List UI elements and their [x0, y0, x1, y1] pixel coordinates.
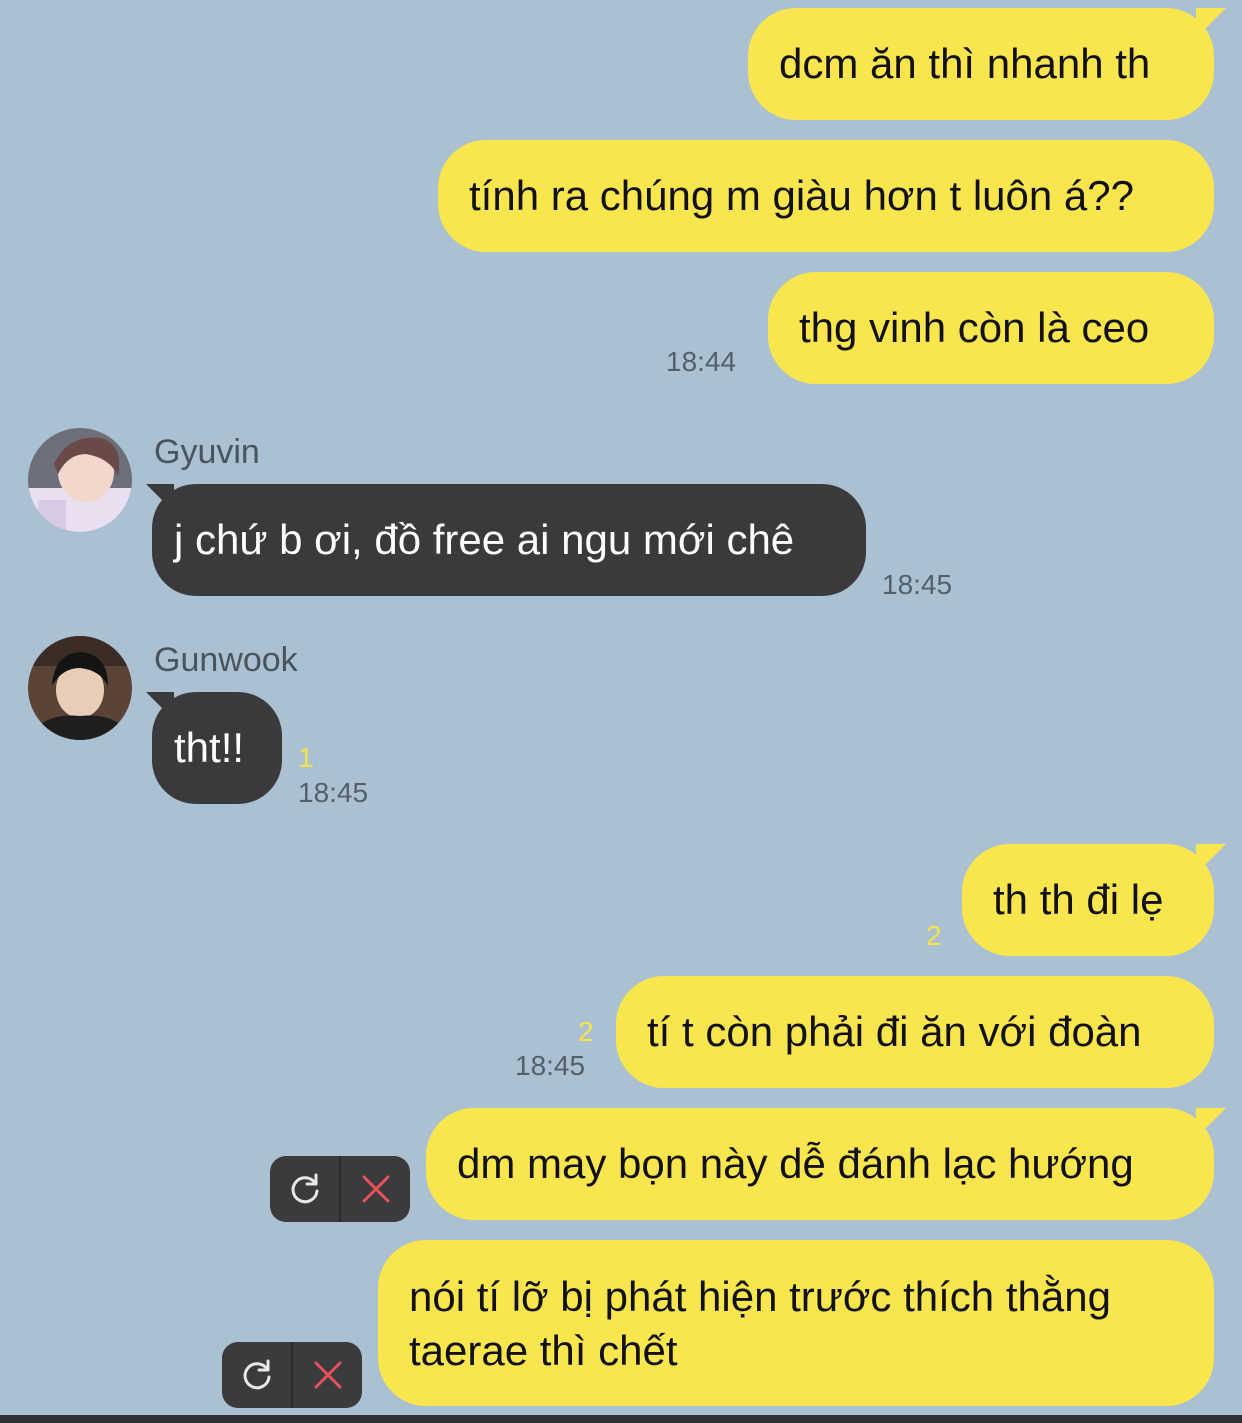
message-bubble-sent[interactable]: tí t còn phải đi ăn với đoàn [616, 976, 1214, 1088]
delete-button[interactable] [341, 1156, 410, 1222]
message-bubble-sent[interactable]: thg vinh còn là ceo [768, 272, 1214, 384]
message-text: j chứ b ơi, đồ free ai ngu mới chê [174, 516, 795, 563]
message-text: tính ra chúng m giàu hơn t luôn á?? [469, 172, 1134, 219]
message-time: 18:45 [515, 1050, 586, 1081]
unread-count: 1 [298, 742, 314, 773]
message-text: dm may bọn này dễ đánh lạc hướng [457, 1140, 1134, 1187]
resend-button[interactable] [222, 1342, 293, 1408]
input-bar-edge [0, 1415, 1242, 1423]
avatar-gunwook[interactable] [28, 636, 132, 740]
failed-message-actions [222, 1342, 362, 1408]
message-text: nói tí lỡ bị phát hiện trước thích thằng… [409, 1273, 1111, 1374]
message-bubble-received[interactable]: j chứ b ơi, đồ free ai ngu mới chê [152, 484, 866, 596]
delete-button[interactable] [293, 1342, 362, 1408]
message-bubble-sent[interactable]: tính ra chúng m giàu hơn t luôn á?? [438, 140, 1214, 252]
message-bubble-sent[interactable]: nói tí lỡ bị phát hiện trước thích thằng… [378, 1240, 1214, 1406]
close-icon [362, 1175, 389, 1203]
message-text: thg vinh còn là ceo [799, 304, 1150, 351]
message-bubble-sent[interactable]: dm may bọn này dễ đánh lạc hướng [426, 1108, 1214, 1220]
sender-name: Gyuvin [154, 433, 260, 471]
message-bubble-received[interactable]: tht!! [152, 692, 282, 804]
resend-button[interactable] [270, 1156, 341, 1222]
close-icon [314, 1361, 341, 1389]
message-time: 18:45 [882, 569, 953, 600]
message-time: 18:44 [666, 346, 737, 377]
chat-area: dcm ăn thì nhanh th tính ra chúng m giàu… [0, 0, 1242, 1423]
unread-count: 2 [926, 920, 942, 951]
message-bubble-sent[interactable]: th th đi lẹ [962, 844, 1214, 956]
message-text: dcm ăn thì nhanh th [779, 40, 1151, 87]
sender-name: Gunwook [154, 641, 298, 679]
message-text: tí t còn phải đi ăn với đoàn [647, 1008, 1142, 1055]
message-bubble-sent[interactable]: dcm ăn thì nhanh th [748, 8, 1214, 120]
avatar-gyuvin[interactable] [28, 428, 132, 532]
failed-message-actions [270, 1156, 410, 1222]
message-text: th th đi lẹ [993, 876, 1164, 923]
message-time: 18:45 [298, 777, 369, 808]
retry-icon [243, 1359, 270, 1390]
unread-count: 2 [578, 1016, 594, 1047]
message-text: tht!! [174, 724, 245, 771]
retry-icon [291, 1173, 318, 1204]
